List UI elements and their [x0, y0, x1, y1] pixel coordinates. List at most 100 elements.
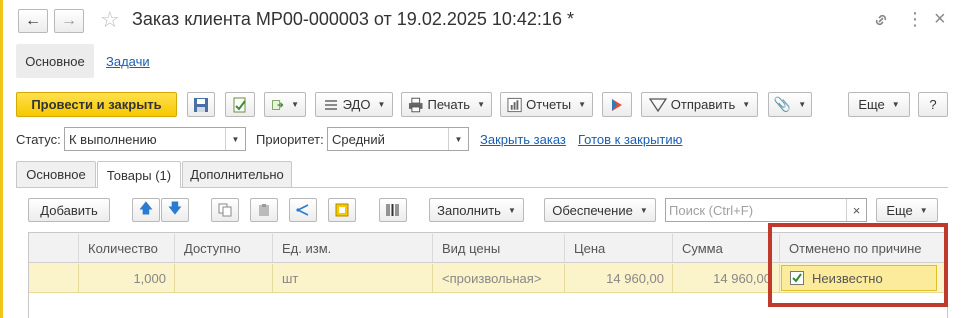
- edo-button[interactable]: ЭДО ▼: [315, 92, 393, 117]
- help-label: ?: [929, 97, 937, 112]
- printer-icon: [408, 97, 423, 112]
- section-main-label: Основное: [25, 53, 85, 69]
- select-items-button[interactable]: [328, 198, 356, 222]
- post-and-close-button[interactable]: Провести и закрыть: [16, 92, 177, 117]
- more-label: Еще: [858, 97, 885, 112]
- goods-more-button[interactable]: Еще ▼: [876, 198, 938, 222]
- create-based-on-button[interactable]: ▼: [264, 92, 306, 117]
- reports-button[interactable]: Отчеты ▼: [500, 92, 593, 117]
- ready-to-close-link[interactable]: Готов к закрытию: [578, 132, 682, 147]
- close-icon[interactable]: ×: [934, 8, 946, 31]
- tab-additional-label: Дополнительно: [190, 167, 284, 182]
- paste-icon: [259, 204, 269, 216]
- col-price-type[interactable]: Вид цены: [433, 234, 565, 262]
- chevron-down-icon: ▼: [891, 100, 900, 109]
- cell-quantity[interactable]: 1,000: [79, 264, 175, 292]
- paperclip-icon: 📎: [773, 96, 792, 112]
- chevron-down-icon: ▼: [798, 100, 807, 109]
- paste-row-button[interactable]: [250, 198, 278, 222]
- catalog-icon: [335, 203, 349, 217]
- share-button[interactable]: [602, 92, 632, 117]
- move-down-button[interactable]: 🡇: [161, 198, 189, 222]
- cell-available[interactable]: [175, 264, 273, 292]
- tab-additional[interactable]: Дополнительно: [182, 161, 292, 187]
- chevron-down-icon: ▼: [578, 100, 586, 109]
- fill-label: Заполнить: [437, 202, 501, 218]
- chevron-down-icon: ▼: [639, 205, 648, 215]
- split-row-button[interactable]: [289, 198, 317, 222]
- tab-main[interactable]: Основное: [16, 161, 96, 187]
- cell-price-type[interactable]: <произвольная>: [433, 264, 565, 292]
- section-tasks-link[interactable]: Задачи: [106, 54, 150, 69]
- send-label: Отправить: [670, 97, 736, 112]
- print-button[interactable]: Печать ▼: [401, 92, 492, 117]
- post-and-close-label: Провести и закрыть: [31, 97, 162, 112]
- status-label: Статус:: [16, 132, 61, 147]
- barcode-icon: [386, 204, 399, 216]
- cell-sum[interactable]: 14 960,00: [673, 264, 780, 292]
- send-button[interactable]: Отправить ▼: [641, 92, 758, 117]
- search-input[interactable]: Поиск (Ctrl+F) ×: [665, 198, 867, 222]
- goods-more-label: Еще: [886, 202, 913, 218]
- col-unit[interactable]: Ед. изм.: [273, 234, 433, 262]
- fill-button[interactable]: Заполнить ▼: [429, 198, 524, 222]
- chevron-down-icon: ▼: [225, 128, 245, 150]
- tab-goods[interactable]: Товары (1): [97, 161, 181, 188]
- annotation-highlight-box: [768, 223, 948, 307]
- arrow-left-icon: ←: [25, 12, 41, 29]
- section-main[interactable]: Основное: [16, 44, 94, 78]
- save-button[interactable]: [187, 92, 215, 117]
- more-vertical-icon[interactable]: ⋮: [906, 9, 924, 30]
- priority-value: Средний: [332, 131, 385, 147]
- window-title: Заказ клиента МР00-000003 от 19.02.2025 …: [132, 9, 574, 29]
- edo-label: ЭДО: [342, 97, 371, 112]
- window-left-accent: [0, 0, 3, 318]
- cell-unit[interactable]: шт: [273, 264, 433, 292]
- priority-label: Приоритет:: [256, 132, 324, 147]
- link-icon[interactable]: [872, 11, 890, 29]
- move-up-button[interactable]: 🡅: [132, 198, 160, 222]
- reports-icon: [507, 97, 522, 112]
- col-quantity[interactable]: Количество: [79, 234, 175, 262]
- chevron-down-icon: ▼: [507, 205, 516, 215]
- priority-select[interactable]: Средний ▼: [327, 127, 469, 151]
- forward-button[interactable]: →: [54, 9, 84, 33]
- split-icon: [296, 204, 309, 216]
- clear-search-icon[interactable]: ×: [846, 199, 866, 221]
- attachments-button[interactable]: 📎 ▼: [768, 92, 812, 117]
- col-sum[interactable]: Сумма: [673, 234, 780, 262]
- chevron-down-icon: ▼: [291, 100, 299, 109]
- supply-button[interactable]: Обеспечение ▼: [544, 198, 656, 222]
- col-row-marker: [29, 234, 79, 262]
- help-button[interactable]: ?: [918, 92, 948, 117]
- back-button[interactable]: ←: [18, 9, 48, 33]
- edo-icon: [324, 99, 337, 110]
- status-select[interactable]: К выполнению ▼: [64, 127, 246, 151]
- search-placeholder: Поиск (Ctrl+F): [669, 202, 754, 218]
- print-label: Печать: [427, 97, 471, 112]
- status-value: К выполнению: [69, 131, 157, 147]
- create-based-icon: [272, 99, 284, 110]
- arrow-down-icon: 🡇: [167, 200, 183, 216]
- chevron-down-icon: ▼: [477, 100, 485, 109]
- reports-label: Отчеты: [526, 97, 572, 112]
- close-order-link[interactable]: Закрыть заказ: [480, 132, 566, 147]
- favorite-star-icon[interactable]: ☆: [100, 7, 120, 33]
- post-button[interactable]: [225, 92, 255, 117]
- tab-main-label: Основное: [26, 167, 86, 182]
- cell-price[interactable]: 14 960,00: [565, 264, 673, 292]
- col-available[interactable]: Доступно: [175, 234, 273, 262]
- col-price[interactable]: Цена: [565, 234, 673, 262]
- more-button[interactable]: Еще ▼: [848, 92, 910, 117]
- copy-row-button[interactable]: [211, 198, 239, 222]
- arrow-right-icon: →: [61, 12, 77, 29]
- chevron-down-icon: ▼: [919, 205, 928, 215]
- send-icon: [648, 97, 667, 112]
- barcode-button[interactable]: [379, 198, 407, 222]
- tab-goods-label: Товары (1): [106, 167, 172, 183]
- add-row-button[interactable]: Добавить: [28, 198, 110, 222]
- floppy-icon: [194, 97, 208, 112]
- supply-label: Обеспечение: [552, 202, 633, 218]
- share-colored-icon: [612, 98, 622, 111]
- post-document-icon: [233, 97, 246, 112]
